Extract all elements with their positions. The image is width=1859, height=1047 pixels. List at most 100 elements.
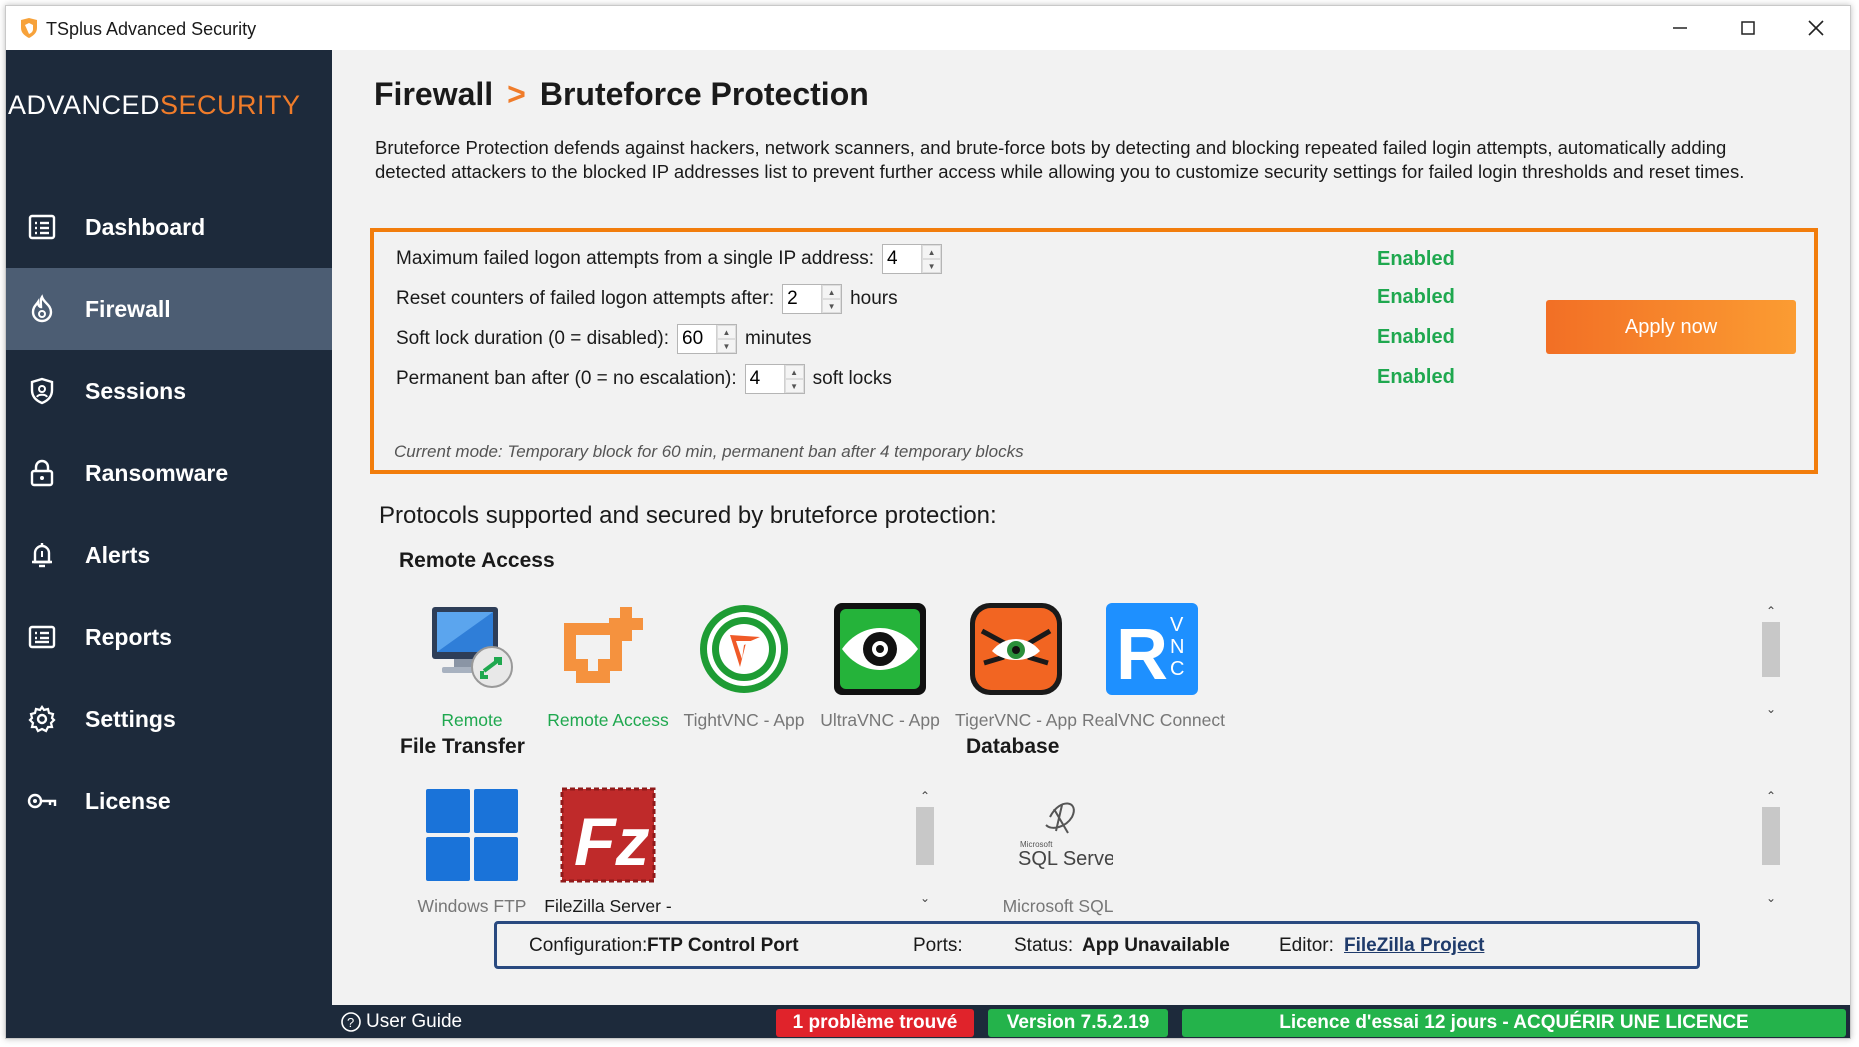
remote-desktop-icon bbox=[432, 607, 513, 688]
minimize-icon bbox=[1673, 27, 1687, 29]
sidebar-item-firewall[interactable]: Firewall bbox=[6, 268, 332, 350]
reset-counters-input[interactable] bbox=[783, 285, 822, 313]
protocols-heading: Protocols supported and secured by brute… bbox=[379, 502, 997, 529]
license-badge[interactable]: Licence d'essai 12 jours - ACQUÉRIR UNE … bbox=[1182, 1009, 1846, 1037]
close-button[interactable] bbox=[1782, 6, 1850, 50]
sessions-icon bbox=[26, 375, 58, 407]
sidebar-item-dashboard[interactable]: Dashboard bbox=[6, 186, 332, 268]
app-name: Remote bbox=[441, 710, 503, 730]
problem-badge[interactable]: 1 problème trouvé bbox=[776, 1009, 974, 1037]
close-icon bbox=[1808, 20, 1824, 36]
app-tightvnc[interactable]: TightVNC - App bbox=[674, 601, 814, 731]
app-ultravnc[interactable]: UltraVNC - App bbox=[810, 601, 950, 731]
sidebar-item-sessions[interactable]: Sessions bbox=[6, 350, 332, 432]
permanent-ban-unit: soft locks bbox=[812, 368, 892, 389]
svg-text:C: C bbox=[1170, 658, 1184, 680]
permanent-ban-input[interactable] bbox=[745, 365, 784, 393]
permanent-ban-row: Permanent ban after (0 = no escalation):… bbox=[396, 364, 892, 394]
user-guide-label: User Guide bbox=[366, 1011, 463, 1032]
svg-text:Fz: Fz bbox=[574, 804, 650, 880]
stepper-down-icon[interactable]: ▼ bbox=[717, 339, 737, 353]
user-guide-link[interactable]: ? User Guide bbox=[340, 1011, 462, 1033]
database-scrollbar[interactable]: ⌃ ⌄ bbox=[1760, 785, 1782, 909]
editor-link[interactable]: FileZilla Project bbox=[1344, 935, 1484, 957]
sidebar-item-license[interactable]: License bbox=[6, 760, 332, 842]
max-attempts-status: Enabled bbox=[1377, 248, 1455, 270]
app-microsoft-sql[interactable]: Microsoft SQL Server Microsoft SQL bbox=[978, 787, 1138, 917]
stepper-up-icon[interactable]: ▲ bbox=[717, 325, 737, 339]
reset-counters-unit: hours bbox=[850, 288, 898, 309]
stepper-up-icon[interactable]: ▲ bbox=[822, 285, 842, 299]
scroll-thumb[interactable] bbox=[916, 807, 934, 865]
stepper-up-icon[interactable]: ▲ bbox=[784, 365, 804, 379]
sidebar-item-alerts[interactable]: Alerts bbox=[6, 514, 332, 596]
svg-text:R: R bbox=[1116, 615, 1168, 695]
app-tigervnc[interactable]: TigerVNC - App bbox=[946, 601, 1086, 731]
app-name: UltraVNC - App bbox=[820, 710, 940, 730]
sidebar-item-label: Sessions bbox=[85, 377, 186, 404]
sidebar-item-reports[interactable]: Reports bbox=[6, 596, 332, 678]
svg-text:V: V bbox=[1170, 614, 1184, 636]
max-attempts-input[interactable] bbox=[883, 245, 922, 273]
scroll-thumb[interactable] bbox=[1762, 622, 1780, 677]
file-transfer-heading: File Transfer bbox=[400, 735, 525, 758]
maximize-button[interactable] bbox=[1714, 6, 1782, 50]
version-badge[interactable]: Version 7.5.2.19 bbox=[988, 1009, 1168, 1037]
sidebar-item-label: Reports bbox=[85, 623, 172, 650]
scroll-down-icon[interactable]: ⌄ bbox=[1760, 698, 1782, 720]
permanent-ban-status: Enabled bbox=[1377, 366, 1455, 388]
max-attempts-stepper[interactable]: ▲▼ bbox=[882, 244, 943, 274]
report-icon bbox=[26, 621, 58, 653]
app-windows-ftp[interactable]: Windows FTP bbox=[402, 787, 542, 917]
status-label: Status: bbox=[1014, 935, 1074, 956]
app-remote-desktop[interactable]: Remote bbox=[402, 601, 542, 731]
main-panel: Firewall > Bruteforce Protection Bruteforc… bbox=[332, 50, 1850, 1005]
permanent-ban-stepper[interactable]: ▲▼ bbox=[744, 364, 805, 394]
minimize-button[interactable] bbox=[1646, 6, 1714, 50]
reset-counters-stepper[interactable]: ▲▼ bbox=[782, 284, 843, 314]
sidebar-item-settings[interactable]: Settings bbox=[6, 678, 332, 760]
breadcrumb-parent[interactable]: Firewall bbox=[374, 76, 493, 112]
scroll-up-icon[interactable]: ⌃ bbox=[1760, 600, 1782, 622]
app-realvnc[interactable]: R V N C RealVNC Connect bbox=[1082, 601, 1225, 731]
svg-text:?: ? bbox=[347, 1015, 354, 1030]
reset-counters-label: Reset counters of failed logon attempts … bbox=[396, 288, 775, 309]
app-name: TigerVNC - App bbox=[955, 710, 1077, 730]
current-mode-text: Current mode: Temporary block for 60 min… bbox=[394, 442, 1024, 461]
database-heading: Database bbox=[966, 735, 1060, 758]
sidebar-item-label: Dashboard bbox=[85, 213, 206, 240]
stepper-down-icon[interactable]: ▼ bbox=[784, 379, 804, 393]
max-attempts-row: Maximum failed logon attempts from a sin… bbox=[396, 244, 950, 274]
soft-lock-unit: minutes bbox=[745, 328, 812, 349]
stepper-up-icon[interactable]: ▲ bbox=[922, 245, 942, 259]
breadcrumb-separator: > bbox=[507, 76, 526, 112]
scroll-down-icon[interactable]: ⌄ bbox=[914, 887, 936, 909]
stepper-down-icon[interactable]: ▼ bbox=[822, 299, 842, 313]
scroll-down-icon[interactable]: ⌄ bbox=[1760, 887, 1782, 909]
sql-logo-text: SQL Server bbox=[1018, 848, 1113, 870]
scroll-up-icon[interactable]: ⌃ bbox=[1760, 785, 1782, 807]
status-value: App Unavailable bbox=[1082, 935, 1230, 956]
stepper-down-icon[interactable]: ▼ bbox=[922, 259, 942, 273]
tigervnc-icon bbox=[970, 603, 1062, 695]
max-attempts-label: Maximum failed logon attempts from a sin… bbox=[396, 248, 875, 269]
title-bar: TSplus Advanced Security bbox=[6, 6, 1850, 50]
lock-icon bbox=[26, 457, 58, 489]
app-name: RealVNC Connect bbox=[1082, 710, 1225, 730]
scroll-thumb[interactable] bbox=[1762, 807, 1780, 865]
brand-part-security: SECURITY bbox=[160, 90, 301, 120]
apply-now-button[interactable]: Apply now bbox=[1546, 300, 1796, 354]
file-transfer-scrollbar[interactable]: ⌃ ⌄ bbox=[914, 785, 936, 909]
tightvnc-icon bbox=[700, 605, 788, 693]
sidebar-item-ransomware[interactable]: Ransomware bbox=[6, 432, 332, 514]
brand-logo: ADVANCEDSECURITY bbox=[8, 90, 330, 130]
config-value: FTP Control Port bbox=[647, 935, 799, 956]
soft-lock-stepper[interactable]: ▲▼ bbox=[677, 324, 738, 354]
app-name: Remote Access bbox=[547, 710, 669, 730]
soft-lock-input[interactable] bbox=[678, 325, 717, 353]
app-remote-access[interactable]: Remote Access bbox=[538, 601, 678, 731]
scroll-up-icon[interactable]: ⌃ bbox=[914, 785, 936, 807]
remote-access-scrollbar[interactable]: ⌃ ⌄ bbox=[1760, 600, 1782, 720]
app-filezilla-server[interactable]: Fz FileZilla Server - bbox=[538, 787, 678, 917]
help-icon: ? bbox=[341, 1012, 361, 1032]
